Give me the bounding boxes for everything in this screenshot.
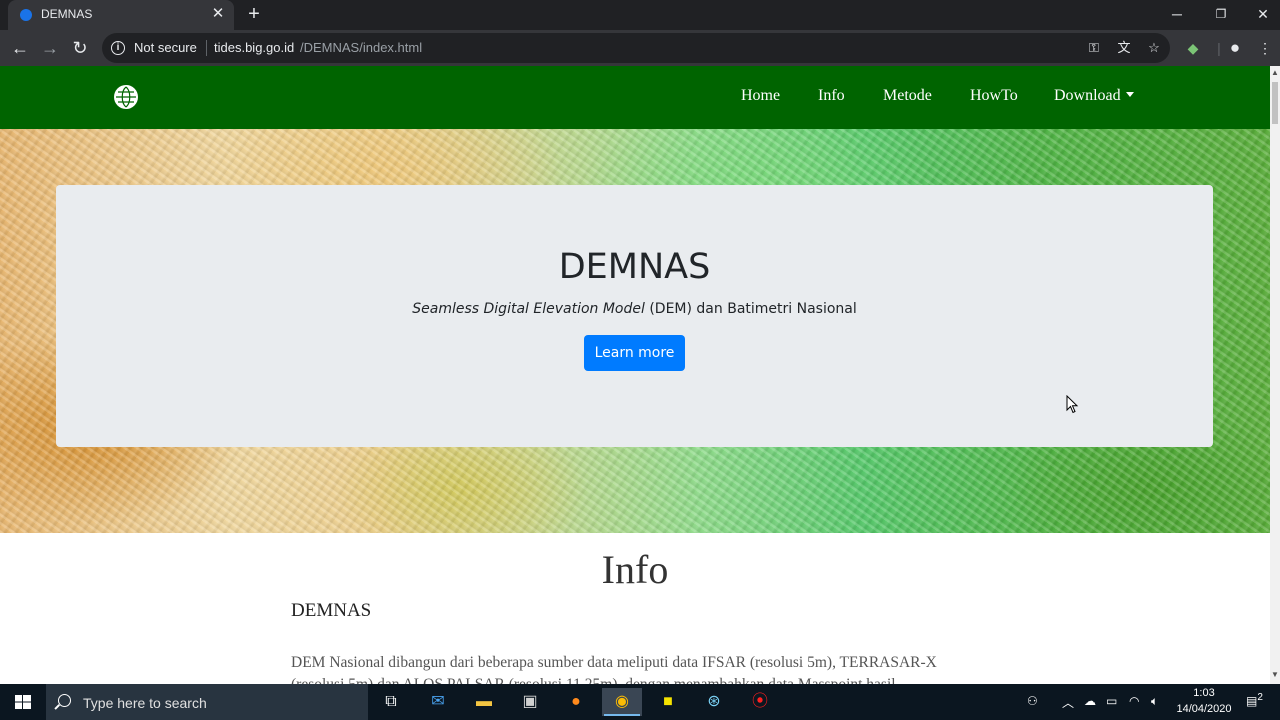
minimize-button[interactable]: ─ bbox=[1154, 0, 1200, 30]
notification-icon[interactable]: ▤2 bbox=[1246, 692, 1264, 710]
nav-download-label: Download bbox=[1054, 87, 1121, 104]
volume-icon[interactable]: 🔈︎ bbox=[1151, 694, 1158, 709]
record-icon[interactable]: ⦿ bbox=[740, 688, 780, 716]
new-tab-button[interactable]: + bbox=[244, 4, 264, 24]
key-icon[interactable]: ⚿ bbox=[1085, 39, 1103, 57]
omnibox-divider bbox=[206, 40, 207, 56]
url-host[interactable]: tides.big.go.id bbox=[214, 40, 294, 55]
onedrive-icon[interactable]: ☁ bbox=[1084, 694, 1096, 708]
hero-banner: DEMNAS Seamless Digital Elevation Model … bbox=[0, 129, 1270, 533]
active-indicator bbox=[604, 714, 640, 716]
restore-button[interactable]: ❐ bbox=[1198, 0, 1244, 30]
windows-taskbar: Type here to search ⧉ ✉ ▬ ▣ ● ◉ ■ ⊛ ⦿ ⚇ … bbox=[0, 684, 1280, 720]
battery-icon[interactable]: ▭ bbox=[1106, 694, 1117, 708]
maps-icon[interactable]: ⊛ bbox=[694, 688, 734, 716]
mouse-cursor-icon bbox=[1066, 395, 1079, 414]
tab-title: DEMNAS bbox=[41, 7, 93, 21]
nav-info[interactable]: Info bbox=[818, 87, 845, 105]
translate-icon[interactable]: 文 bbox=[1115, 39, 1133, 57]
learn-more-button[interactable]: Learn more bbox=[584, 335, 685, 371]
info-heading: Info bbox=[601, 547, 669, 592]
jumbotron: DEMNAS Seamless Digital Elevation Model … bbox=[56, 185, 1213, 447]
info-paragraph: DEM Nasional dibangun dari beberapa sumb… bbox=[291, 654, 937, 684]
forward-icon[interactable]: → bbox=[38, 36, 62, 60]
scroll-down-icon[interactable]: ▼ bbox=[1271, 670, 1279, 679]
task-view-icon[interactable]: ⧉ bbox=[371, 688, 411, 716]
firefox-icon[interactable]: ● bbox=[556, 688, 596, 716]
clock-time[interactable]: 1:03 bbox=[1192, 687, 1216, 699]
hero-subtitle: Seamless Digital Elevation Model (DEM) d… bbox=[56, 301, 1213, 317]
windows-start-icon[interactable] bbox=[0, 684, 46, 720]
demnas-subheading: DEMNAS bbox=[291, 600, 372, 621]
browser-toolbar: ← → ↻ i Not secure tides.big.go.id /DEMN… bbox=[0, 30, 1280, 66]
menu-icon[interactable]: ⋮ bbox=[1256, 39, 1274, 57]
file-explorer-icon[interactable]: ▬ bbox=[464, 688, 504, 716]
security-label[interactable]: Not secure bbox=[134, 40, 197, 55]
scroll-up-icon[interactable]: ▲ bbox=[1271, 68, 1279, 77]
chrome-icon[interactable]: ◉ bbox=[602, 688, 642, 716]
close-tab-icon[interactable]: ✕ bbox=[210, 5, 226, 23]
caret-down-icon bbox=[1125, 91, 1134, 97]
hero-title: DEMNAS bbox=[558, 247, 711, 287]
site-navbar: Home Info Metode HowTo Download bbox=[0, 66, 1270, 129]
extension-icon[interactable]: ◆ bbox=[1184, 39, 1202, 57]
profile-icon[interactable]: ● bbox=[1226, 39, 1244, 57]
clock-date[interactable]: 14/04/2020 bbox=[1172, 703, 1236, 715]
wifi-icon[interactable]: ◠ bbox=[1129, 694, 1139, 708]
hero-subtitle-italic: Seamless Digital Elevation Model bbox=[412, 301, 645, 317]
nav-howto[interactable]: HowTo bbox=[970, 87, 1018, 105]
taskbar-search[interactable]: Type here to search bbox=[46, 684, 368, 720]
url-path[interactable]: /DEMNAS/index.html bbox=[300, 40, 422, 55]
nav-metode[interactable]: Metode bbox=[883, 87, 932, 105]
hero-subtitle-rest: (DEM) dan Batimetri Nasional bbox=[644, 301, 857, 317]
search-icon bbox=[58, 694, 71, 707]
page-viewport: Home Info Metode HowTo Download DEMNAS S… bbox=[0, 66, 1280, 684]
search-placeholder: Type here to search bbox=[83, 695, 207, 711]
tab-demnas[interactable]: DEMNAS ✕ bbox=[8, 0, 234, 30]
people-icon[interactable]: ⚇ bbox=[1027, 694, 1038, 708]
star-icon[interactable]: ☆ bbox=[1145, 39, 1163, 57]
reload-icon[interactable]: ↻ bbox=[68, 36, 92, 60]
sticky-notes-icon[interactable]: ■ bbox=[648, 688, 688, 716]
window-close-button[interactable]: ✕ bbox=[1240, 0, 1280, 30]
info-icon[interactable]: i bbox=[111, 41, 125, 55]
mail-icon[interactable]: ✉ bbox=[418, 688, 458, 716]
show-hidden-icons-icon[interactable]: ︿ bbox=[1062, 694, 1074, 711]
address-bar[interactable]: i Not secure tides.big.go.id /DEMNAS/ind… bbox=[102, 33, 1170, 63]
store-icon[interactable]: ▣ bbox=[510, 688, 550, 716]
favicon-icon bbox=[20, 9, 32, 21]
nav-home[interactable]: Home bbox=[741, 87, 780, 105]
nav-download[interactable]: Download bbox=[1054, 87, 1134, 105]
back-icon[interactable]: ← bbox=[8, 36, 32, 60]
scrollbar[interactable]: ▲ ▼ bbox=[1270, 66, 1280, 684]
scroll-thumb[interactable] bbox=[1272, 82, 1278, 124]
notification-count: 2 bbox=[1257, 692, 1263, 703]
tab-bar: DEMNAS ✕ + ─ ❐ ✕ bbox=[0, 0, 1280, 30]
globe-logo-icon[interactable] bbox=[113, 84, 139, 110]
